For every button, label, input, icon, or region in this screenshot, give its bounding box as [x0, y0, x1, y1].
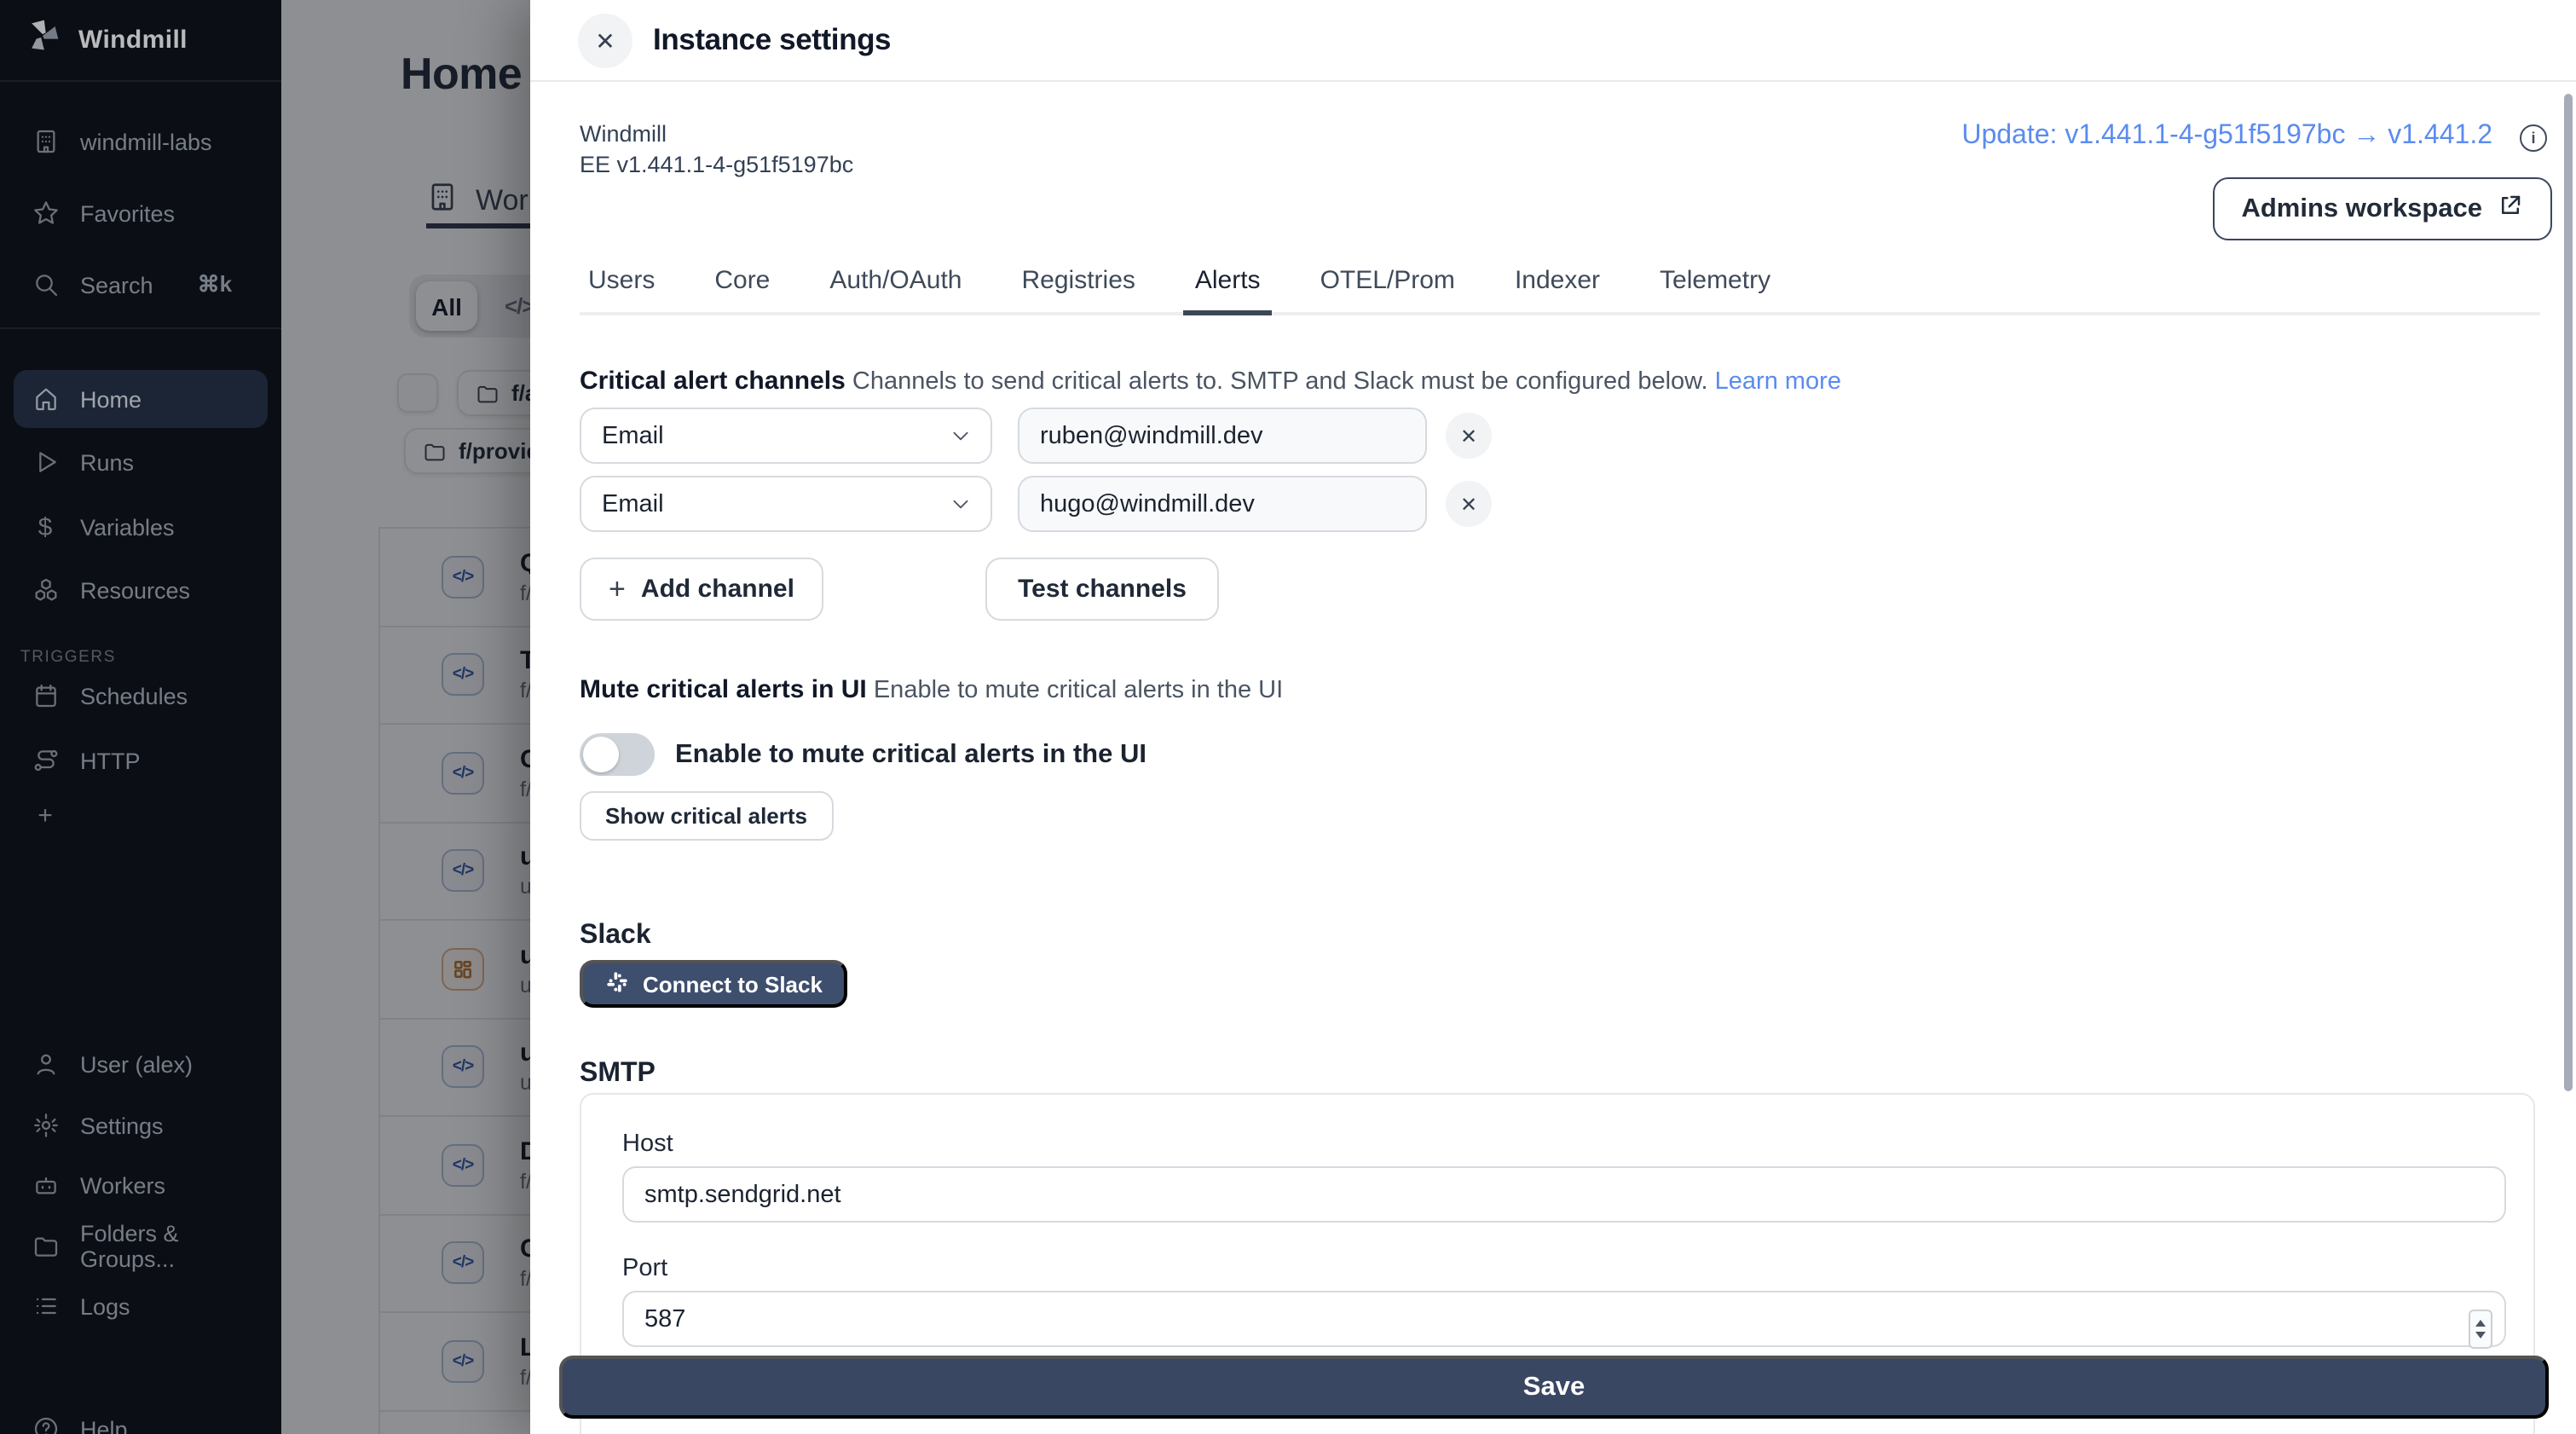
- external-link-icon: [2498, 192, 2523, 226]
- channel-type-select[interactable]: Email: [580, 408, 992, 464]
- tab-auth-oauth[interactable]: Auth/OAuth: [826, 266, 965, 312]
- tab-core[interactable]: Core: [711, 266, 773, 312]
- channel-email-input[interactable]: [1018, 476, 1427, 532]
- stepper-down-icon: [2475, 1332, 2486, 1339]
- critical-alerts-title: Critical alert channels: [580, 367, 846, 396]
- sidebar-dim-overlay: [0, 0, 281, 1434]
- instance-settings-drawer: ✕ Instance settings Windmill EE v1.441.1…: [530, 0, 2576, 1434]
- close-icon: ✕: [595, 26, 615, 54]
- drawer-header: ✕ Instance settings: [530, 0, 2576, 82]
- instance-version: Windmill EE v1.441.1-4-g51f5197bc: [580, 119, 853, 181]
- number-stepper[interactable]: [2469, 1310, 2492, 1349]
- close-icon: ✕: [1459, 492, 1478, 516]
- critical-alerts-heading: Critical alert channels Channels to send…: [580, 367, 1841, 396]
- show-critical-alerts-button[interactable]: Show critical alerts: [580, 791, 833, 841]
- mute-heading: Mute critical alerts in UI Enable to mut…: [580, 675, 1283, 704]
- mute-toggle[interactable]: [580, 733, 655, 776]
- close-icon: ✕: [1459, 424, 1478, 448]
- host-label: Host: [622, 1130, 673, 1158]
- drawer-backdrop[interactable]: [281, 0, 530, 1434]
- channel-type-value: Email: [602, 422, 664, 449]
- mute-title: Mute critical alerts in UI: [580, 675, 867, 704]
- smtp-heading: SMTP: [580, 1059, 656, 1088]
- connect-to-slack-label: Connect to Slack: [643, 971, 823, 997]
- mute-description: Enable to mute critical alerts in the UI: [873, 677, 1284, 704]
- add-channel-button[interactable]: + Add channel: [580, 558, 823, 621]
- learn-more-link[interactable]: Learn more: [1715, 368, 1841, 396]
- test-channels-button[interactable]: Test channels: [985, 558, 1219, 621]
- admins-workspace-button[interactable]: Admins workspace: [2212, 177, 2552, 240]
- tab-otel-prom[interactable]: OTEL/Prom: [1317, 266, 1458, 312]
- channel-email-input[interactable]: [1018, 408, 1427, 464]
- chevron-down-icon: [953, 500, 968, 509]
- smtp-port-input[interactable]: [622, 1291, 2506, 1347]
- instance-version-string: EE v1.441.1-4-g51f5197bc: [580, 152, 854, 177]
- slack-heading: Slack: [580, 921, 651, 950]
- drawer-title: Instance settings: [653, 22, 892, 56]
- test-channels-label: Test channels: [1018, 575, 1187, 604]
- close-button[interactable]: ✕: [578, 14, 632, 68]
- app-window: Windmill windmill-labs Favorites Search …: [0, 0, 2576, 1434]
- settings-tabs: Users Core Auth/OAuth Registries Alerts …: [580, 266, 2540, 315]
- remove-channel-button[interactable]: ✕: [1446, 413, 1492, 459]
- connect-to-slack-button[interactable]: Connect to Slack: [580, 960, 848, 1008]
- instance-name: Windmill: [580, 121, 667, 147]
- tab-registries[interactable]: Registries: [1019, 266, 1139, 312]
- save-button[interactable]: Save: [559, 1356, 2549, 1419]
- scrollbar-thumb[interactable]: [2564, 94, 2573, 1091]
- stepper-up-icon: [2475, 1320, 2486, 1327]
- update-link[interactable]: Update: v1.441.1-4-g51f5197bc → v1.441.2: [1961, 121, 2492, 152]
- tab-indexer[interactable]: Indexer: [1511, 266, 1603, 312]
- toggle-knob: [583, 737, 619, 772]
- tab-telemetry[interactable]: Telemetry: [1656, 266, 1774, 312]
- plus-icon: +: [609, 572, 626, 604]
- chevron-down-icon: [953, 431, 968, 441]
- admins-workspace-label: Admins workspace: [2241, 194, 2482, 223]
- smtp-host-input[interactable]: [622, 1166, 2506, 1223]
- tab-alerts[interactable]: Alerts: [1182, 266, 1274, 315]
- remove-channel-button[interactable]: ✕: [1446, 481, 1492, 527]
- critical-alerts-description: Channels to send critical alerts to. SMT…: [852, 368, 1708, 396]
- port-label: Port: [622, 1255, 668, 1282]
- info-icon[interactable]: i: [2520, 124, 2547, 152]
- mute-toggle-label: Enable to mute critical alerts in the UI: [675, 740, 1146, 769]
- tab-users[interactable]: Users: [585, 266, 658, 312]
- channel-type-value: Email: [602, 490, 664, 518]
- add-channel-label: Add channel: [640, 575, 794, 604]
- slack-icon: [605, 969, 629, 998]
- channel-type-select[interactable]: Email: [580, 476, 992, 532]
